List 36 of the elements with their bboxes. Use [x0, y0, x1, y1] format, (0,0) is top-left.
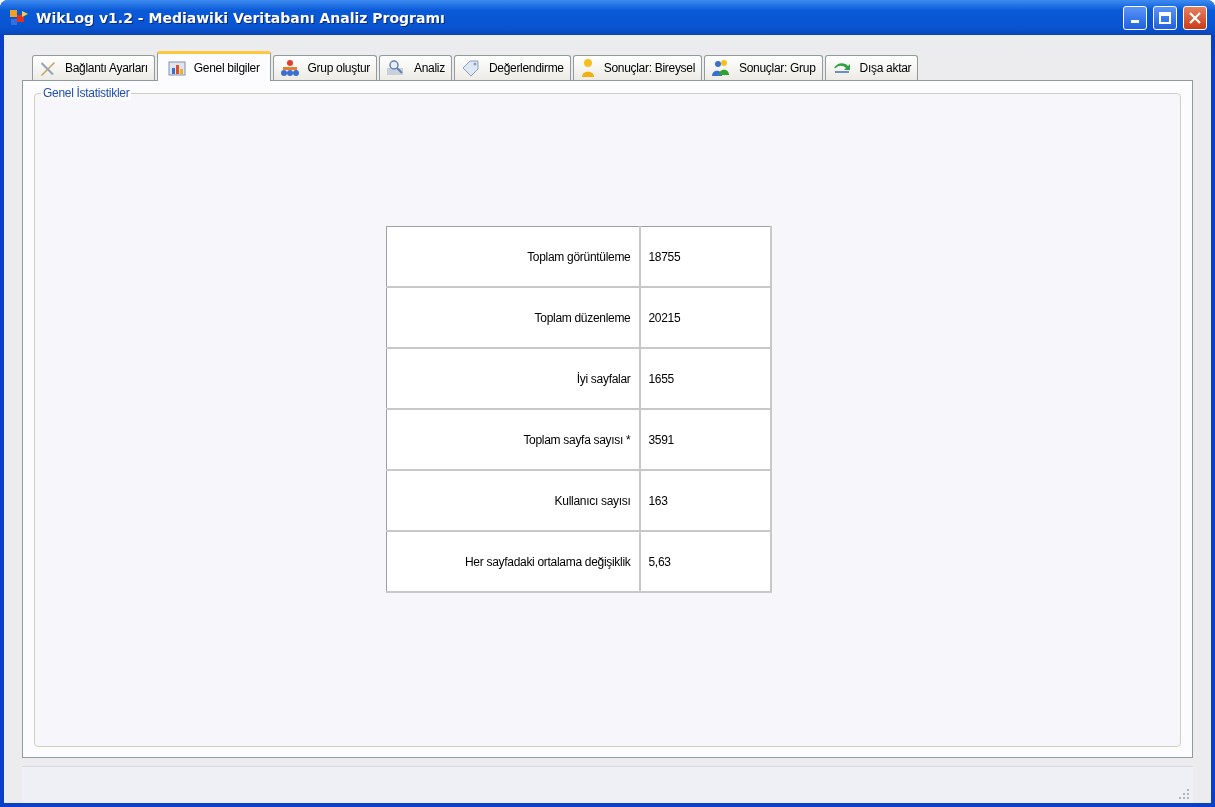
person-icon	[579, 58, 596, 78]
tab[interactable]: Bağlantı Ayarları	[32, 55, 155, 80]
close-button[interactable]	[1183, 5, 1207, 30]
stat-value: 5,63	[639, 531, 771, 592]
stat-value: 1655	[639, 348, 771, 409]
maximize-icon	[1159, 11, 1171, 24]
window-title: WikLog v1.2 - Mediawiki Veritabanı Analiz Programı	[36, 9, 446, 26]
maximize-button[interactable]	[1153, 5, 1177, 30]
stat-label: Kullanıcı sayısı	[386, 470, 640, 531]
close-icon	[1189, 11, 1201, 24]
group-icon	[279, 59, 300, 77]
people-icon	[711, 58, 732, 78]
tab[interactable]: Dışa aktar	[824, 55, 919, 80]
magnifier-icon	[386, 59, 406, 77]
tab[interactable]: Sonuçlar: Bireysel	[572, 55, 703, 80]
stat-value: 3591	[639, 409, 771, 470]
stat-value: 163	[639, 470, 771, 531]
tag-icon	[460, 59, 481, 77]
group-title: Genel İstatistikler	[41, 86, 132, 100]
stat-label: Toplam görüntüleme	[386, 226, 640, 287]
tab[interactable]: Grup oluştur	[272, 55, 377, 80]
stat-label: Toplam sayfa sayısı *	[386, 409, 640, 470]
resize-grip-icon	[1178, 788, 1190, 800]
stat-label: İyi sayfalar	[386, 348, 640, 409]
stat-value: 18755	[639, 226, 771, 287]
tab[interactable]: Analiz	[379, 55, 452, 80]
stat-value: 20215	[639, 287, 771, 348]
minimize-button[interactable]	[1123, 5, 1147, 30]
tab[interactable]: Sonuçlar: Grup	[704, 55, 823, 80]
tab[interactable]: Değerlendirme	[453, 55, 571, 80]
bar-chart-icon	[167, 58, 186, 77]
stat-label: Toplam düzenleme	[386, 287, 640, 348]
tab[interactable]: Genel bilgiler	[156, 51, 271, 81]
stat-label: Her sayfadaki ortalama değişiklik	[386, 531, 640, 592]
app-logo-icon	[8, 7, 30, 28]
minimize-icon	[1131, 20, 1139, 23]
